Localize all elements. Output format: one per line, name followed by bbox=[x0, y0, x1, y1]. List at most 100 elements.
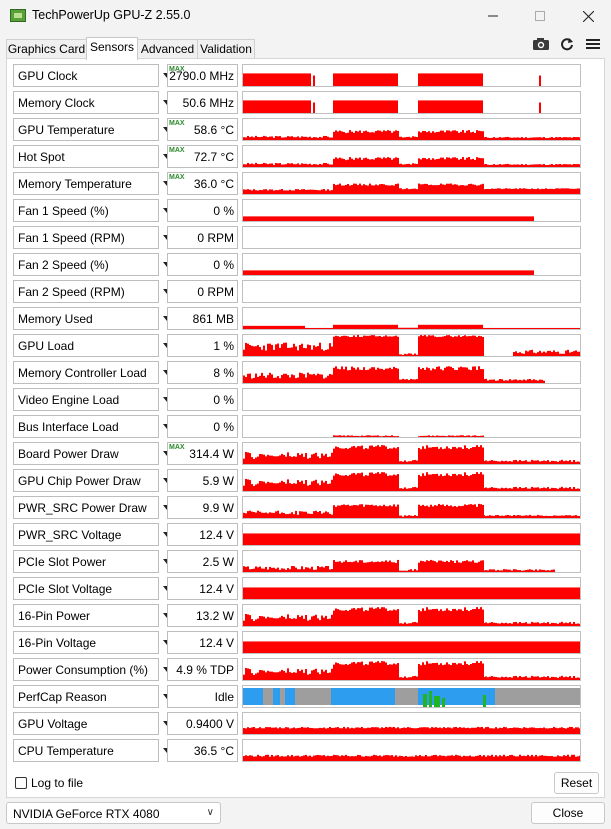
sensor-value: 36.0 °C bbox=[193, 177, 234, 191]
sensor-value: 0.9400 V bbox=[185, 717, 234, 731]
sensor-name: GPU Load bbox=[18, 339, 75, 353]
sensor-value: 12.4 V bbox=[199, 636, 234, 650]
sensor-graph-plot bbox=[243, 183, 580, 194]
sensor-row-memory-used: Memory Used 861 MB bbox=[13, 307, 583, 330]
maximize-button[interactable] bbox=[517, 0, 563, 32]
sensor-name-box: Hot Spot bbox=[13, 145, 159, 168]
sensor-graph bbox=[242, 118, 581, 141]
max-badge: MAX bbox=[169, 174, 185, 181]
sensor-graph bbox=[242, 577, 581, 600]
menu-icon bbox=[586, 39, 600, 49]
refresh-icon bbox=[561, 38, 573, 51]
sensor-value-box: 1 % bbox=[167, 334, 238, 357]
sensor-name-box: Memory Controller Load bbox=[13, 361, 159, 384]
sensor-value: Idle bbox=[214, 690, 234, 704]
sensor-row-gpu-clock: GPU Clock MAX 2790.0 MHz bbox=[13, 64, 583, 87]
log-to-file-checkbox[interactable] bbox=[15, 777, 27, 789]
sensor-value: 5.9 W bbox=[202, 474, 234, 488]
sensor-name-box: GPU Clock bbox=[13, 64, 159, 87]
sensor-name: Power Consumption (%) bbox=[18, 663, 149, 677]
sensor-row-pwr-src-power-draw: PWR_SRC Power Draw 9.9 W bbox=[13, 496, 583, 519]
sensor-row-fan-1-speed: Fan 1 Speed (%) 0 % bbox=[13, 199, 583, 222]
sensor-value: 72.7 °C bbox=[193, 150, 234, 164]
tab-graphics-card[interactable]: Graphics Card bbox=[6, 39, 87, 59]
sensor-name: Fan 2 Speed (RPM) bbox=[18, 285, 125, 299]
sensor-row-16-pin-power: 16-Pin Power 13.2 W bbox=[13, 604, 583, 627]
tab-advanced[interactable]: Advanced bbox=[137, 39, 198, 59]
sensor-value: 0 % bbox=[213, 393, 234, 407]
sensor-value-box: 0 RPM bbox=[167, 226, 238, 249]
sensor-row-gpu-voltage: GPU Voltage 0.9400 V bbox=[13, 712, 583, 735]
sensor-graph-plot bbox=[243, 607, 580, 626]
sensor-name: PWR_SRC Voltage bbox=[18, 528, 122, 542]
sensor-name-box: 16-Pin Voltage bbox=[13, 631, 159, 654]
sensor-graph bbox=[242, 280, 581, 303]
sensor-row-power-consumption: Power Consumption (%) 4.9 % TDP bbox=[13, 658, 583, 681]
gpu-select-value: NVIDIA GeForce RTX 4080 bbox=[13, 807, 160, 821]
sensor-name-box: 16-Pin Power bbox=[13, 604, 159, 627]
sensor-graph bbox=[242, 712, 581, 735]
minimize-icon bbox=[488, 15, 498, 17]
sensor-row-hot-spot: Hot Spot MAX 72.7 °C bbox=[13, 145, 583, 168]
sensor-value-box: 50.6 MHz bbox=[167, 91, 238, 114]
sensor-graph-plot bbox=[243, 587, 580, 599]
max-badge: MAX bbox=[169, 147, 185, 154]
sensor-name-box: GPU Temperature bbox=[13, 118, 159, 141]
reset-button[interactable]: Reset bbox=[554, 772, 599, 794]
gpu-select-dropdown[interactable]: NVIDIA GeForce RTX 4080 ∨ bbox=[6, 802, 221, 824]
sensor-graph bbox=[242, 658, 581, 681]
sensor-name: Fan 1 Speed (RPM) bbox=[18, 231, 125, 245]
sensor-graph-plot bbox=[243, 324, 580, 329]
sensor-value: 0 RPM bbox=[197, 231, 234, 245]
sensor-name-box: Board Power Draw bbox=[13, 442, 159, 465]
tab-sensors[interactable]: Sensors bbox=[86, 37, 138, 60]
sensor-graph bbox=[242, 739, 581, 762]
sensor-row-16-pin-voltage: 16-Pin Voltage 12.4 V bbox=[13, 631, 583, 654]
sensor-graph-plot bbox=[243, 366, 545, 383]
tab-validation[interactable]: Validation bbox=[197, 39, 255, 59]
sensor-value: 50.6 MHz bbox=[182, 96, 234, 110]
menu-button[interactable] bbox=[583, 36, 603, 52]
sensor-value: 58.6 °C bbox=[193, 123, 234, 137]
sensor-row-cpu-temperature: CPU Temperature 36.5 °C bbox=[13, 739, 583, 762]
sensor-graph-plot bbox=[243, 270, 534, 275]
sensor-name-box: Memory Used bbox=[13, 307, 159, 330]
sensor-name-box: PCIe Slot Voltage bbox=[13, 577, 159, 600]
minimize-button[interactable] bbox=[470, 0, 516, 32]
sensor-name-box: Fan 2 Speed (RPM) bbox=[13, 280, 159, 303]
sensor-name-box: PerfCap Reason bbox=[13, 685, 159, 708]
sensor-graph bbox=[242, 199, 581, 222]
sensor-name: GPU Chip Power Draw bbox=[18, 474, 141, 488]
sensor-graph bbox=[242, 523, 581, 546]
sensor-name-box: Memory Temperature bbox=[13, 172, 159, 195]
sensor-row-memory-clock: Memory Clock 50.6 MHz bbox=[13, 91, 583, 114]
sensor-graph-plot bbox=[243, 533, 580, 545]
sensor-name: Fan 2 Speed (%) bbox=[18, 258, 109, 272]
sensor-name-box: GPU Chip Power Draw bbox=[13, 469, 159, 492]
close-window-button[interactable] bbox=[565, 0, 611, 32]
sensor-graph-plot bbox=[243, 335, 580, 356]
sensor-row-memory-controller-load: Memory Controller Load 8 % bbox=[13, 361, 583, 384]
sensor-name: Fan 1 Speed (%) bbox=[18, 204, 109, 218]
sensor-graph-plot bbox=[243, 661, 580, 680]
sensor-value: 861 MB bbox=[192, 312, 234, 326]
sensor-graph bbox=[242, 64, 581, 87]
refresh-button[interactable] bbox=[557, 36, 577, 52]
sensor-value-box: MAX 72.7 °C bbox=[167, 145, 238, 168]
sensor-name: Hot Spot bbox=[18, 150, 65, 164]
sensor-graph-plot bbox=[243, 641, 580, 653]
log-to-file-label: Log to file bbox=[31, 776, 84, 790]
sensor-name: PerfCap Reason bbox=[18, 690, 107, 704]
sensor-value: 0 RPM bbox=[197, 285, 234, 299]
sensor-name-box: Power Consumption (%) bbox=[13, 658, 159, 681]
screenshot-button[interactable] bbox=[531, 36, 551, 52]
sensor-value-box: 0 % bbox=[167, 415, 238, 438]
close-button[interactable]: Close bbox=[531, 802, 605, 824]
sensor-value: 4.9 % TDP bbox=[176, 663, 234, 677]
sensor-name: 16-Pin Voltage bbox=[18, 636, 97, 650]
sensor-name: Bus Interface Load bbox=[18, 420, 119, 434]
sensor-value-box: 4.9 % TDP bbox=[167, 658, 238, 681]
sensor-graph-plot bbox=[333, 435, 484, 437]
sensor-row-pcie-slot-voltage: PCIe Slot Voltage 12.4 V bbox=[13, 577, 583, 600]
sensor-value-box: MAX 36.0 °C bbox=[167, 172, 238, 195]
